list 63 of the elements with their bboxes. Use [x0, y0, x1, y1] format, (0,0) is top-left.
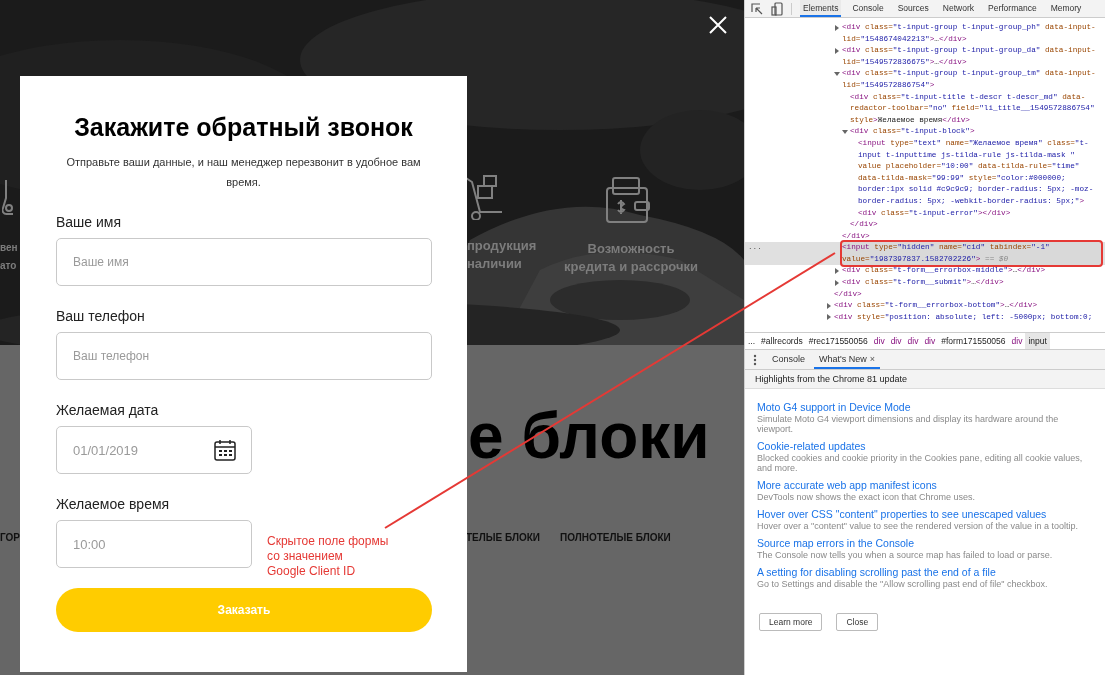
collapsed-arrow-icon[interactable]	[826, 314, 832, 321]
news-description: Hover over a "content" value to see the rendered version of the value in a tooltip.	[757, 521, 1080, 531]
modal-title: Закажите обратный звонок	[73, 112, 414, 142]
expanded-arrow-icon[interactable]	[842, 128, 848, 135]
collapsed-arrow-icon[interactable]	[834, 267, 840, 274]
feature-caption: продукция наличии	[467, 237, 537, 273]
breadcrumb[interactable]: #rec171550056	[805, 333, 871, 349]
drawer-button[interactable]: Close	[836, 613, 879, 631]
collapsed-arrow-icon[interactable]	[834, 279, 840, 286]
devtools-tab[interactable]: Sources	[894, 0, 932, 17]
breadcrumb[interactable]: input	[1025, 333, 1050, 349]
feature-caption: вен ато	[0, 241, 18, 273]
more-menu-icon[interactable]	[753, 353, 757, 366]
field-label: Желаемая дата	[56, 401, 160, 420]
news-description: Go to Settings and disable the "Allow scrolling past end of file" checkbox.	[757, 579, 1049, 589]
devtools-tab[interactable]: Memory	[1047, 0, 1085, 17]
devtools-tab[interactable]: Performance	[985, 0, 1040, 17]
field-label: Ваш телефон	[56, 307, 146, 326]
devtools-tab[interactable]: Elements	[800, 0, 842, 17]
close-icon[interactable]: ×	[869, 350, 876, 367]
breadcrumb[interactable]: #allrecords	[758, 333, 806, 349]
news-description: Blocked cookies and cookie priority in the Cookies pane, editing all cookie values, and more.	[757, 453, 1084, 473]
breadcrumb[interactable]: #form171550056	[938, 333, 1009, 349]
news-link[interactable]: Moto G4 support in Device Mode	[757, 401, 1093, 414]
news-description: The Console now tells you when a source map has failed to load or parse.	[757, 550, 1054, 560]
news-link[interactable]: Hover over CSS "content" properties to see unescaped values	[757, 508, 1093, 521]
field-label: Желаемое время	[56, 495, 171, 514]
collapsed-arrow-icon[interactable]	[834, 47, 840, 54]
news-description: DevTools now shows the exact icon that Chrome uses.	[757, 492, 977, 502]
news-description: Simulate Moto G4 viewport dimensions and display its hardware around the viewport.	[757, 414, 1060, 434]
annotation-text: Скрытое поле формы со значением Google Client ID	[267, 534, 389, 579]
field-label: Ваше имя	[56, 213, 123, 232]
inspect-icon	[751, 2, 763, 15]
news-link[interactable]: Source map errors in the Console	[757, 537, 1093, 550]
breadcrumb[interactable]: div	[921, 333, 939, 349]
expanded-arrow-icon[interactable]	[834, 70, 840, 77]
breadcrumb[interactable]: div	[1008, 333, 1026, 349]
time-field[interactable]: 10:00	[56, 520, 252, 568]
date-field[interactable]: 01/01/2019	[56, 426, 252, 474]
breadcrumb[interactable]: div	[870, 333, 888, 349]
breadcrumb[interactable]: div	[904, 333, 922, 349]
breadcrumb[interactable]: div	[887, 333, 905, 349]
calendar-icon	[214, 439, 236, 461]
news-link[interactable]: Cookie-related updates	[757, 440, 1093, 453]
collapsed-arrow-icon[interactable]	[826, 302, 832, 309]
breadcrumb[interactable]: ...	[745, 333, 759, 349]
modal-subtitle: Отправьте ваши данные, и наш менеджер перезвонит в удобное вам время.	[66, 155, 421, 190]
drawer-tab[interactable]: Console	[767, 350, 811, 369]
close-icon	[708, 15, 728, 35]
drawer-heading: Highlights from the Chrome 81 update	[745, 370, 1105, 389]
flask-icon	[2, 178, 14, 216]
news-link[interactable]: A setting for disabling scrolling past the end of a file	[757, 566, 1093, 579]
drawer-button[interactable]: Learn more	[759, 613, 823, 631]
devtools-tab[interactable]: Console	[849, 0, 887, 17]
page-heading: е блоки	[468, 399, 710, 474]
device-icon	[771, 1, 783, 16]
feature-caption: Возможность кредита и рассрочки	[563, 240, 699, 276]
wallet-icon	[605, 176, 651, 224]
collapsed-arrow-icon[interactable]	[834, 24, 840, 31]
devtools-tab[interactable]: Network	[939, 0, 977, 17]
news-link[interactable]: More accurate web app manifest icons	[757, 479, 1093, 492]
input-field[interactable]: Ваш телефон	[56, 332, 432, 380]
input-field[interactable]: Ваше имя	[56, 238, 432, 286]
